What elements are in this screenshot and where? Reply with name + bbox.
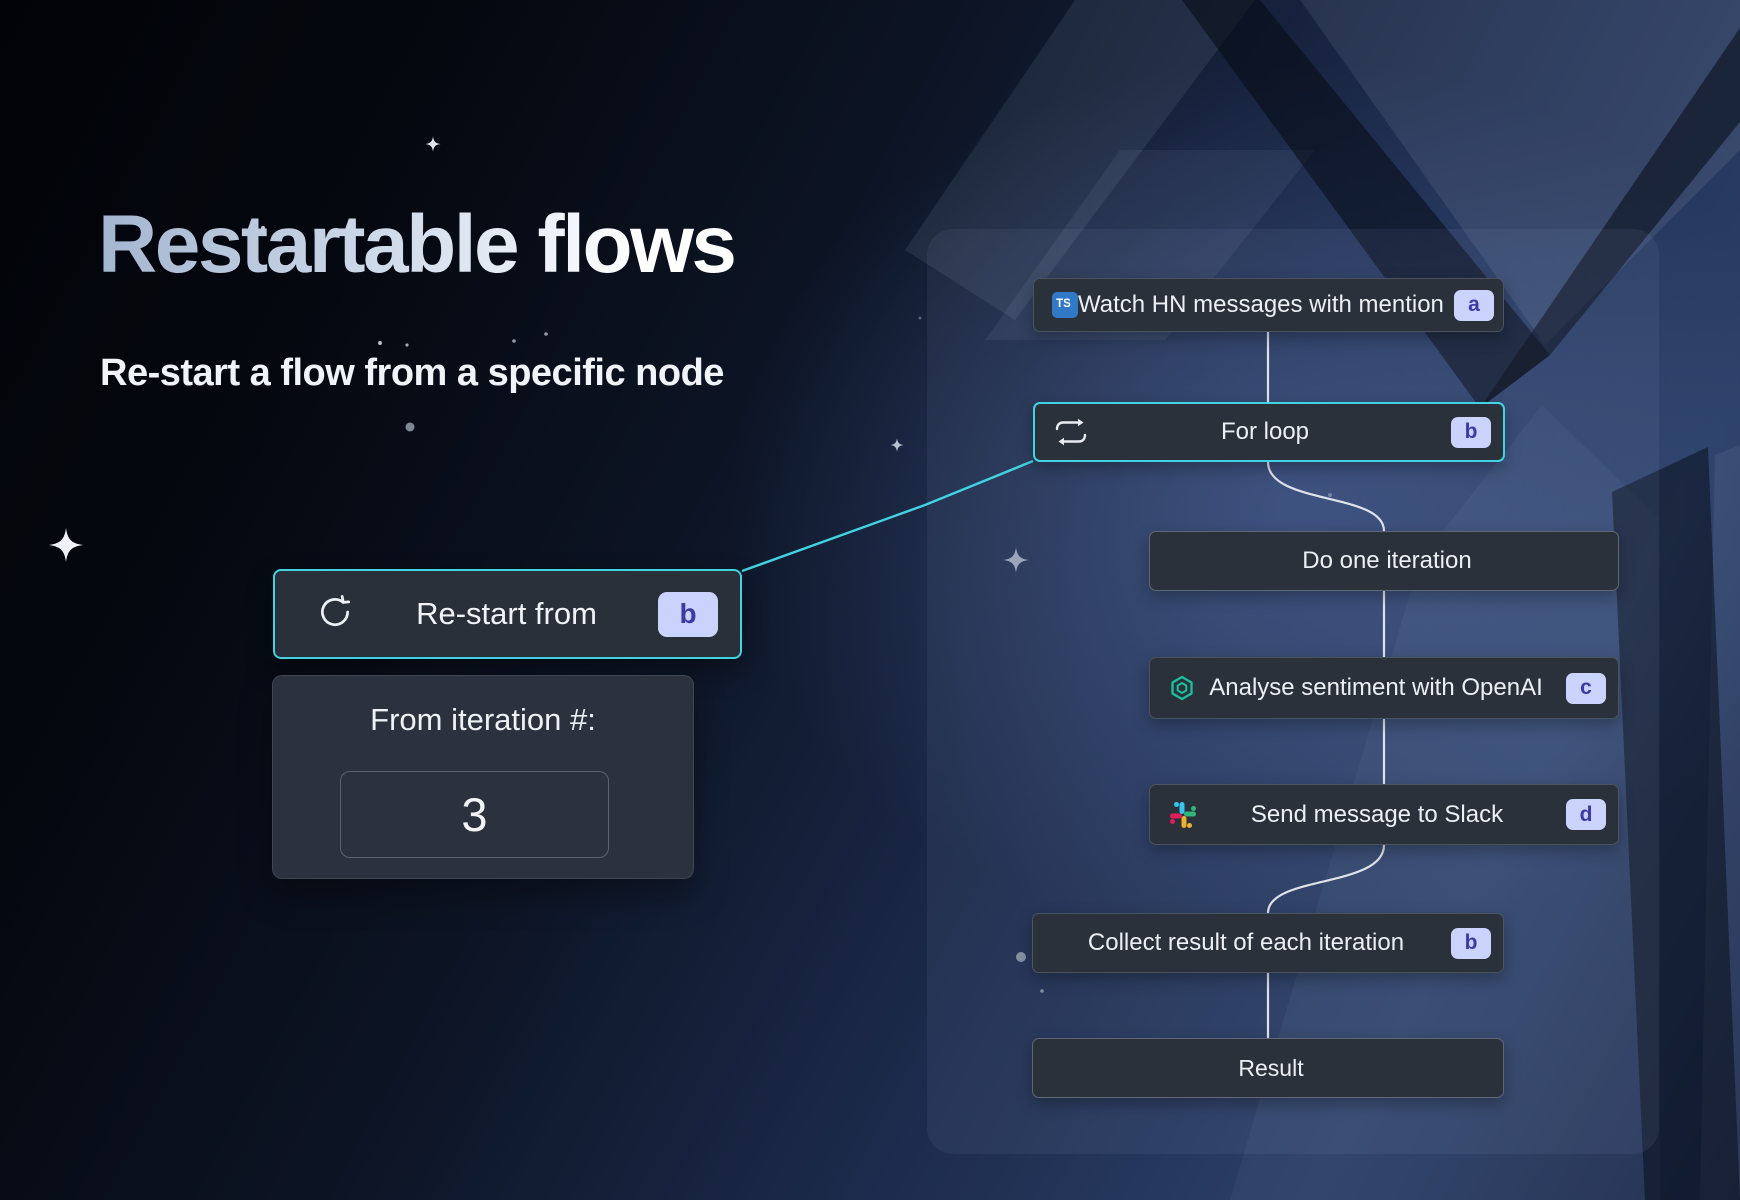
iteration-value: 3 xyxy=(461,787,487,842)
page-background: Restartable flows Re-start a flow from a… xyxy=(0,0,1740,1200)
openai-icon xyxy=(1168,674,1196,702)
iteration-label: From iteration #: xyxy=(273,702,693,738)
node-badge: c xyxy=(1566,673,1606,704)
restart-from-badge: b xyxy=(658,592,718,637)
node-label: Watch HN messages with mention xyxy=(1078,291,1444,319)
iteration-input[interactable]: 3 xyxy=(340,771,609,858)
refresh-icon xyxy=(315,592,355,637)
iteration-panel: From iteration #: 3 xyxy=(272,675,694,879)
flow-node-watch-hn[interactable]: TS Watch HN messages with mention a xyxy=(1033,278,1504,332)
node-label: For loop xyxy=(1089,418,1441,446)
restart-from-node[interactable]: Re-start from b xyxy=(273,569,742,659)
restart-from-label: Re-start from xyxy=(355,596,658,632)
flow-node-analyse-sentiment[interactable]: Analyse sentiment with OpenAI c xyxy=(1149,657,1619,719)
node-label: Result xyxy=(1051,1055,1491,1082)
flow-node-result[interactable]: Result xyxy=(1032,1038,1504,1098)
node-label: Send message to Slack xyxy=(1198,801,1556,829)
node-label: Analyse sentiment with OpenAI xyxy=(1196,674,1556,702)
flow-node-send-slack[interactable]: Send message to Slack d xyxy=(1149,784,1619,845)
node-badge: b xyxy=(1451,417,1491,448)
node-badge: d xyxy=(1566,799,1606,830)
node-badge: b xyxy=(1451,928,1491,959)
loop-icon xyxy=(1053,418,1089,446)
page-title: Restartable flows xyxy=(98,198,734,292)
page-subtitle: Re-start a flow from a specific node xyxy=(100,352,724,395)
flow-node-for-loop[interactable]: For loop b xyxy=(1033,402,1505,462)
node-label: Collect result of each iteration xyxy=(1051,929,1441,957)
flow-node-do-one-iteration[interactable]: Do one iteration xyxy=(1149,531,1619,591)
slack-icon xyxy=(1168,800,1198,830)
flow-node-collect-result[interactable]: Collect result of each iteration b xyxy=(1032,913,1504,973)
node-badge: a xyxy=(1454,290,1494,321)
node-label: Do one iteration xyxy=(1168,547,1606,575)
typescript-icon: TS xyxy=(1052,292,1078,318)
